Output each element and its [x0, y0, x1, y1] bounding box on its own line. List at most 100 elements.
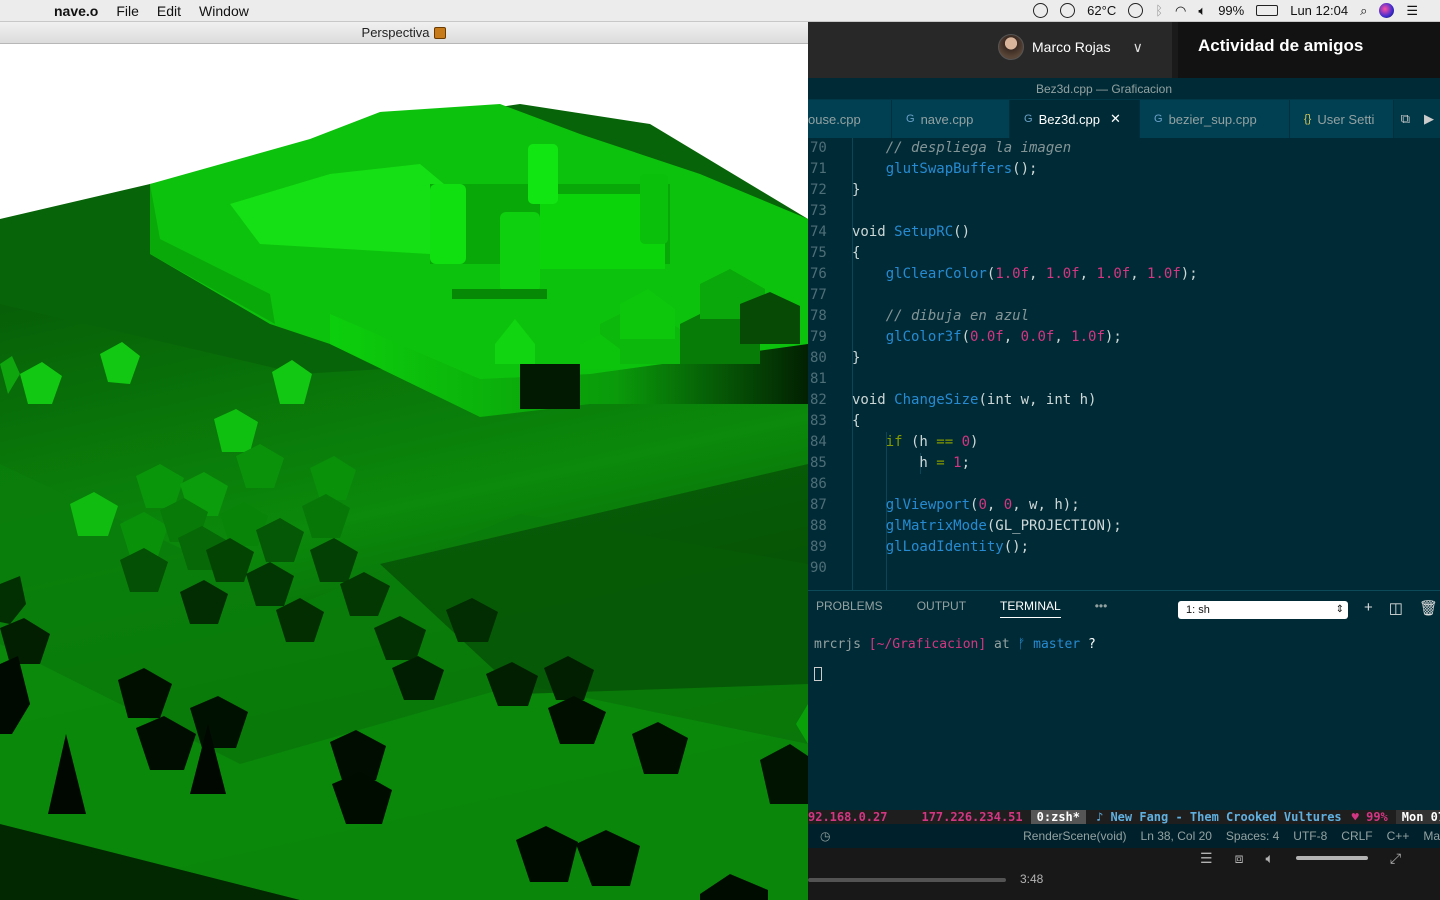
- drive-icon[interactable]: [1033, 3, 1049, 18]
- tmux-status-line: 92.168.0.27 177.226.234.51 0:zsh* ♪ New …: [808, 810, 1440, 824]
- bluetooth-icon[interactable]: ᛒ: [1155, 3, 1163, 18]
- line-number: 75: [810, 245, 827, 261]
- spotlight-search-icon[interactable]: ⌕: [1360, 3, 1367, 19]
- tab-user-settings[interactable]: {} User Setti: [1290, 100, 1394, 138]
- split-terminal-icon[interactable]: ◫: [1389, 599, 1403, 617]
- temperature-readout[interactable]: 62°C: [1087, 3, 1116, 18]
- tab-bezier-sup-cpp[interactable]: G bezier_sup.cpp: [1140, 100, 1290, 138]
- status-spaces[interactable]: Spaces: 4: [1226, 829, 1279, 843]
- close-tab-icon[interactable]: ✕: [1110, 111, 1121, 127]
- player-controls: ☰ ⧈ 🔈︎ ⤢: [1200, 848, 1401, 868]
- menu-window[interactable]: Window: [199, 3, 249, 19]
- user-menu[interactable]: Marco Rojas ∨: [998, 34, 1143, 60]
- fullscreen-icon[interactable]: ⤢: [1390, 850, 1401, 867]
- line-number: 86: [810, 476, 827, 492]
- code-line[interactable]: 78 // dibuja en azul: [808, 306, 1440, 327]
- do-not-disturb-icon[interactable]: [1128, 3, 1144, 18]
- clock[interactable]: Lun 12:04: [1290, 3, 1348, 18]
- volume-icon[interactable]: 🔈︎: [1198, 3, 1206, 19]
- queue-icon[interactable]: ☰: [1200, 850, 1213, 867]
- code-line[interactable]: 79 glColor3f(0.0f, 0.0f, 1.0f);: [808, 327, 1440, 348]
- playback-progress-bar[interactable]: [808, 878, 1006, 882]
- menu-app-name[interactable]: nave.o: [54, 3, 98, 19]
- code-line[interactable]: 81: [808, 369, 1440, 390]
- tab-nave-cpp[interactable]: G nave.cpp: [892, 100, 1010, 138]
- line-number: 72: [810, 182, 827, 198]
- code-line[interactable]: 72}: [808, 180, 1440, 201]
- code-line[interactable]: 77: [808, 285, 1440, 306]
- code-line[interactable]: 86: [808, 474, 1440, 495]
- code-line[interactable]: 90: [808, 558, 1440, 579]
- tab-bez3d-cpp[interactable]: G Bez3d.cpp ✕: [1010, 100, 1140, 138]
- code-line[interactable]: 70 // despliega la imagen: [808, 138, 1440, 159]
- line-number: 89: [810, 539, 827, 555]
- tmux-date: Mon 07: [1395, 810, 1440, 824]
- more-actions-button[interactable]: •••: [1095, 599, 1108, 618]
- code-line[interactable]: 89 glLoadIdentity();: [808, 537, 1440, 558]
- menu-edit[interactable]: Edit: [157, 3, 181, 19]
- volume-slider[interactable]: [1295, 856, 1368, 860]
- run-icon[interactable]: ▶: [1424, 111, 1434, 127]
- tab-ouse-cpp[interactable]: ouse.cpp: [808, 100, 892, 138]
- menu-file[interactable]: File: [116, 3, 139, 19]
- terminal-select[interactable]: 1: sh: [1178, 601, 1348, 619]
- app-proxy-icon: [434, 26, 447, 39]
- code-line[interactable]: 84 if (h == 0): [808, 432, 1440, 453]
- code-line[interactable]: 76 glClearColor(1.0f, 1.0f, 1.0f, 1.0f);: [808, 264, 1440, 285]
- code-line[interactable]: 82 void ChangeSize(int w, int h): [808, 390, 1440, 411]
- code-text: glColor3f(0.0f, 0.0f, 1.0f);: [885, 329, 1122, 345]
- open-preview-icon[interactable]: ⧉: [1401, 111, 1410, 127]
- line-number: 81: [810, 371, 827, 387]
- bottom-panel: PROBLEMS OUTPUT TERMINAL ••• 1: sh + ◫ 🗑…: [808, 590, 1440, 812]
- line-number: 77: [810, 287, 827, 303]
- code-line[interactable]: 87 glViewport(0, 0, w, h);: [808, 495, 1440, 516]
- tab-output[interactable]: OUTPUT: [917, 599, 966, 618]
- battery-icon[interactable]: [1256, 5, 1279, 16]
- terminal-output[interactable]: mrcrjs [~/Graficacion] at ᚠ master ?: [814, 637, 1096, 652]
- vscode-window-title: Bez3d.cpp — Graficacion: [1035, 81, 1173, 96]
- user-name[interactable]: Marco Rojas: [1032, 39, 1111, 55]
- line-number: 88: [810, 518, 827, 534]
- status-eol[interactable]: CRLF: [1341, 829, 1372, 843]
- opengl-window[interactable]: Perspectiva: [0, 22, 808, 900]
- code-line[interactable]: 80}: [808, 348, 1440, 369]
- code-line[interactable]: 85 h = 1;: [808, 453, 1440, 474]
- code-editor[interactable]: 70 // despliega la imagen 71 glutSwapBuff…: [808, 138, 1440, 590]
- status-extra[interactable]: Ma: [1423, 829, 1440, 843]
- chevron-down-icon[interactable]: ∨: [1133, 39, 1143, 56]
- battery-readout[interactable]: 99%: [1218, 3, 1244, 18]
- status-position[interactable]: Ln 38, Col 20: [1141, 829, 1212, 843]
- siri-icon[interactable]: [1379, 3, 1395, 18]
- volume-icon[interactable]: 🔈︎: [1265, 850, 1273, 867]
- status-language[interactable]: C++: [1387, 829, 1410, 843]
- status-encoding[interactable]: UTF-8: [1293, 829, 1327, 843]
- vscode-titlebar[interactable]: Bez3d.cpp — Graficacion: [808, 78, 1440, 100]
- avatar[interactable]: [998, 34, 1024, 60]
- code-line[interactable]: 71 glutSwapBuffers();: [808, 159, 1440, 180]
- status-function[interactable]: RenderScene(void): [1023, 829, 1126, 843]
- history-icon[interactable]: ◷: [808, 829, 830, 843]
- wifi-icon[interactable]: ◠: [1175, 3, 1186, 19]
- devices-icon[interactable]: ⧈: [1235, 850, 1244, 867]
- code-text: glutSwapBuffers();: [885, 161, 1038, 177]
- code-line[interactable]: 88 glMatrixMode(GL_PROJECTION);: [808, 516, 1440, 537]
- line-number: 74: [810, 224, 827, 240]
- code-line[interactable]: 74 void SetupRC(): [808, 222, 1440, 243]
- terminal-cursor: [814, 667, 822, 681]
- trash-icon[interactable]: 🗑︎: [1419, 599, 1438, 617]
- friend-activity-title: Actividad de amigos: [1198, 36, 1364, 55]
- new-terminal-icon[interactable]: +: [1364, 599, 1373, 617]
- tab-terminal[interactable]: TERMINAL: [1000, 599, 1061, 618]
- accessibility-icon[interactable]: [1060, 3, 1076, 18]
- vscode-window: Bez3d.cpp — Graficacion ouse.cpp G nave.…: [808, 78, 1440, 848]
- code-text: // despliega la imagen: [852, 140, 1072, 156]
- code-line[interactable]: 75 {: [808, 243, 1440, 264]
- code-text: glMatrixMode(GL_PROJECTION);: [885, 518, 1122, 534]
- notification-center-icon[interactable]: ☰: [1406, 3, 1418, 19]
- gl-window-titlebar[interactable]: Perspectiva: [0, 22, 808, 44]
- line-number: 85: [810, 455, 827, 471]
- opengl-render-canvas[interactable]: [0, 44, 808, 900]
- code-line[interactable]: 83 {: [808, 411, 1440, 432]
- code-line[interactable]: 73: [808, 201, 1440, 222]
- tab-problems[interactable]: PROBLEMS: [816, 599, 883, 618]
